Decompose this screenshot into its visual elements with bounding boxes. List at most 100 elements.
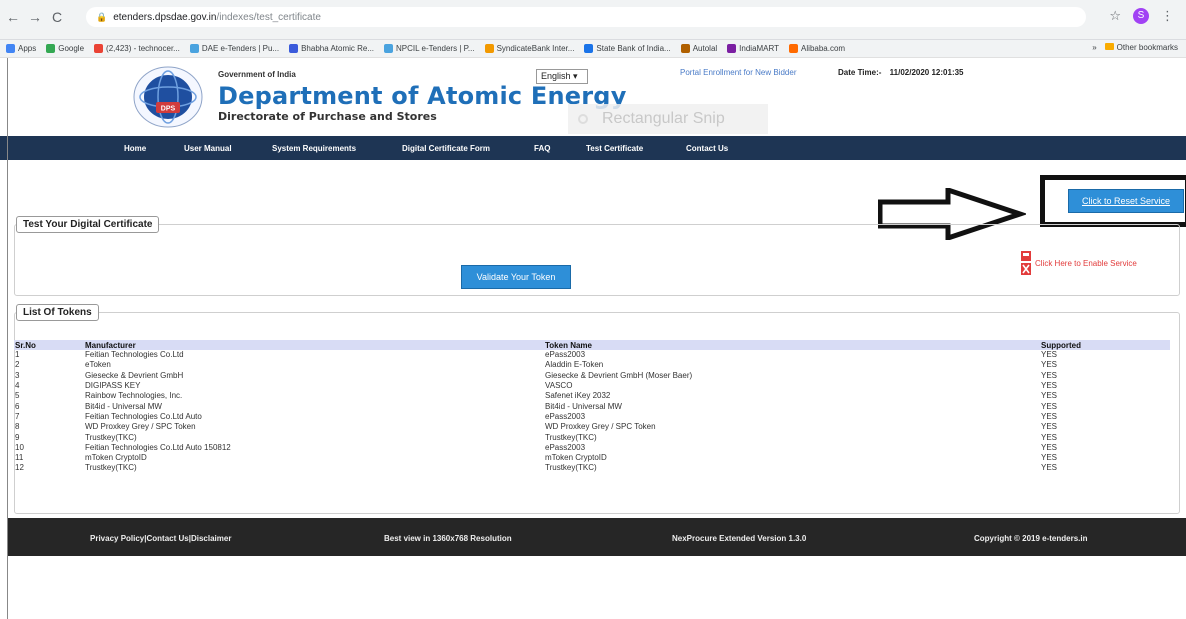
cell-token-name: VASCO xyxy=(545,381,573,391)
bookmark-favicon-icon xyxy=(289,44,299,53)
nav-test-certificate[interactable]: Test Certificate xyxy=(586,144,643,153)
table-header-row: Sr.No Manufacturer Token Name Supported xyxy=(14,340,1170,350)
bookmark-item[interactable]: SyndicateBank Inter... xyxy=(484,44,574,53)
table-row: 3 Giesecke & Devrient GmbH Giesecke & Devr… xyxy=(14,371,1170,381)
bookmark-item[interactable]: Apps xyxy=(6,44,36,53)
bookmark-item[interactable]: Alibaba.com xyxy=(789,44,845,53)
forward-arrow-icon[interactable]: → xyxy=(28,9,42,25)
bookmark-favicon-icon xyxy=(46,44,56,53)
table-row: 1 Feitian Technologies Co.Ltd ePass2003 YES xyxy=(14,350,1170,360)
cell-srno: 1 xyxy=(15,350,20,360)
datetime-display: Date Time:- 11/02/2020 12:01:35 xyxy=(838,68,964,77)
browser-toolbar: ← → C 🔒 etenders.dpsdae.gov.in /indexes/… xyxy=(0,0,1186,40)
bookmark-favicon-icon xyxy=(189,44,199,53)
usb-token-icon xyxy=(1021,251,1031,275)
bookmark-item[interactable]: IndiaMART xyxy=(727,44,779,53)
reset-service-button[interactable]: Click to Reset Service xyxy=(1068,189,1184,213)
table-row: 4 DIGIPASS KEY VASCO YES xyxy=(14,381,1170,391)
bookmark-item[interactable]: Autolal xyxy=(680,44,718,53)
language-value: English xyxy=(541,71,571,81)
table-row: 7 Feitian Technologies Co.Ltd Auto ePass20… xyxy=(14,412,1170,422)
nav-digital-certificate-form[interactable]: Digital Certificate Form xyxy=(402,144,490,153)
tokens-table: Sr.No Manufacturer Token Name Supported … xyxy=(14,340,1170,474)
cell-supported: YES xyxy=(1041,442,1058,452)
footer-links[interactable]: Privacy Policy|Contact Us|Disclaimer xyxy=(90,534,231,543)
bookmark-label: Apps xyxy=(18,44,37,53)
cell-token-name: Bit4id - Universal MW xyxy=(545,401,622,411)
bookmark-label: Autolal xyxy=(692,44,718,53)
nav-system-requirements[interactable]: System Requirements xyxy=(272,144,356,153)
bookmark-favicon-icon xyxy=(727,44,737,53)
bookmark-item[interactable]: Bhabha Atomic Re... xyxy=(289,44,374,53)
cell-srno: 2 xyxy=(15,360,20,370)
table-row: 10 Feitian Technologies Co.Ltd Auto 15081… xyxy=(14,443,1170,453)
bookmark-label: Alibaba.com xyxy=(801,44,846,53)
dae-logo-icon: DPS xyxy=(133,66,203,128)
cell-manufacturer: Trustkey(TKC) xyxy=(85,463,137,473)
bookmark-favicon-icon xyxy=(484,44,494,53)
bookmarks-bar: Apps Google (2,423) - technocer... DAE e-Te… xyxy=(0,40,1186,58)
table-row: 11 mToken CryptoID mToken CryptoID YES xyxy=(14,453,1170,463)
cell-token-name: mToken CryptoID xyxy=(545,453,607,463)
cell-token-name: Giesecke & Devrient GmbH (Moser Baer) xyxy=(545,370,693,380)
test-certificate-legend: Test Your Digital Certificate xyxy=(16,216,160,233)
cell-token-name: ePass2003 xyxy=(545,442,586,452)
enable-service-link[interactable]: Click Here to Enable Service xyxy=(1020,250,1137,276)
cell-supported: YES xyxy=(1041,453,1058,463)
cell-supported: YES xyxy=(1041,370,1058,380)
bookmark-item[interactable]: NPCIL e-Tenders | P... xyxy=(384,44,475,53)
bookmark-star-icon[interactable]: ☆ xyxy=(1109,8,1121,24)
reload-icon[interactable]: C xyxy=(50,9,64,25)
validate-token-button[interactable]: Validate Your Token xyxy=(461,265,571,289)
cell-srno: 11 xyxy=(15,453,24,463)
cell-supported: YES xyxy=(1041,432,1058,442)
page-title: Department of Atomic Energy xyxy=(218,82,627,110)
bookmark-item[interactable]: DAE e-Tenders | Pu... xyxy=(189,44,280,53)
cell-srno: 9 xyxy=(15,432,20,442)
tokens-legend: List Of Tokens xyxy=(16,304,99,321)
other-bookmarks[interactable]: Other bookmarks xyxy=(1104,43,1178,52)
table-row: 12 Trustkey(TKC) Trustkey(TKC) YES xyxy=(14,463,1170,473)
folder-icon xyxy=(1104,43,1114,50)
cell-srno: 6 xyxy=(15,401,20,411)
url-host: etenders.dpsdae.gov.in xyxy=(113,11,217,23)
footer-version: NexProcure Extended Version 1.3.0 xyxy=(672,534,807,543)
cell-manufacturer: mToken CryptoID xyxy=(85,453,147,463)
snip-overlay: Rectangular Snip xyxy=(568,104,768,134)
bookmark-item[interactable]: (2,423) - technocer... xyxy=(94,44,180,53)
bookmark-item[interactable]: Google xyxy=(46,44,84,53)
nav-faq[interactable]: FAQ xyxy=(534,144,550,153)
cell-srno: 5 xyxy=(15,391,20,401)
menu-kebab-icon[interactable]: ⋮ xyxy=(1161,8,1174,24)
bookmark-label: DAE e-Tenders | Pu... xyxy=(201,44,280,53)
cell-srno: 10 xyxy=(15,442,24,452)
footer-copyright: Copyright © 2019 e-tenders.in xyxy=(974,534,1088,543)
nav-contact-us[interactable]: Contact Us xyxy=(686,144,728,153)
table-row: 5 Rainbow Technologies, Inc. Safenet iKey … xyxy=(14,391,1170,401)
nav-user-manual[interactable]: User Manual xyxy=(184,144,232,153)
back-arrow-icon[interactable]: ← xyxy=(6,9,20,25)
address-bar[interactable]: 🔒 etenders.dpsdae.gov.in /indexes/test_c… xyxy=(86,7,1086,27)
language-select[interactable]: English ▾ xyxy=(536,69,588,84)
cell-manufacturer: Feitian Technologies Co.Ltd Auto 150812 xyxy=(85,442,231,452)
table-row: 9 Trustkey(TKC) Trustkey(TKC) YES xyxy=(14,432,1170,442)
cell-supported: YES xyxy=(1041,350,1058,360)
browser-actions: ☆ S ⋮ xyxy=(1109,8,1174,24)
cell-token-name: WD Proxkey Grey / SPC Token xyxy=(545,422,656,432)
bookmark-label: Bhabha Atomic Re... xyxy=(301,44,375,53)
portal-enrollment-link[interactable]: Portal Enrollment for New Bidder xyxy=(680,68,797,77)
bookmarks-more-icon[interactable]: » xyxy=(1092,43,1096,52)
site-header: DPS Government of India Department of At… xyxy=(0,58,1186,136)
cell-manufacturer: eToken xyxy=(85,360,111,370)
col-header-srno: Sr.No xyxy=(14,340,84,350)
bookmark-item[interactable]: State Bank of India... xyxy=(584,44,671,53)
cell-manufacturer: DIGIPASS KEY xyxy=(85,381,141,391)
bookmark-favicon-icon xyxy=(384,44,394,53)
cell-token-name: ePass2003 xyxy=(545,411,586,421)
profile-avatar[interactable]: S xyxy=(1133,8,1149,24)
page-subtitle: Directorate of Purchase and Stores xyxy=(218,110,437,123)
cell-token-name: Aladdin E-Token xyxy=(545,360,604,370)
nav-home[interactable]: Home xyxy=(124,144,146,153)
table-row: 2 eToken Aladdin E-Token YES xyxy=(14,360,1170,370)
col-header-manufacturer: Manufacturer xyxy=(84,340,544,350)
